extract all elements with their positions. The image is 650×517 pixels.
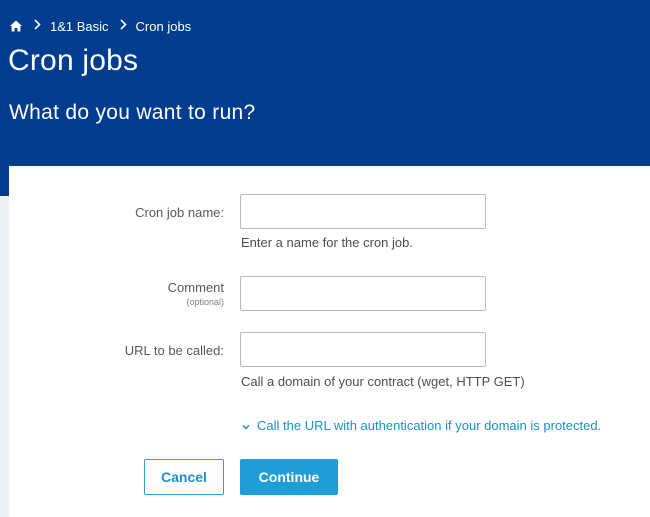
url-label: URL to be called: (124, 343, 224, 358)
page-header: 1&1 Basic Cron jobs Cron jobs What do yo… (0, 0, 650, 166)
authentication-link-text: Call the URL with authentication if your… (257, 417, 602, 433)
authentication-toggle-link[interactable]: Call the URL with authentication if your… (241, 417, 601, 433)
left-strip (0, 166, 9, 196)
comment-label: Comment (167, 280, 224, 295)
breadcrumb-item-basic[interactable]: 1&1 Basic (50, 19, 109, 34)
home-icon[interactable] (9, 19, 23, 33)
url-hint: Call a domain of your contract (wget, HT… (241, 374, 525, 389)
chevron-down-icon (241, 420, 251, 430)
url-input[interactable] (240, 332, 486, 367)
cron-job-name-input[interactable] (240, 194, 486, 229)
comment-optional-label: (optional) (186, 297, 224, 307)
chevron-right-icon (34, 19, 41, 33)
continue-button[interactable]: Continue (240, 459, 338, 495)
chevron-right-icon (119, 19, 127, 33)
breadcrumb: 1&1 Basic Cron jobs (9, 17, 191, 35)
cron-job-name-label: Cron job name: (135, 205, 224, 220)
cron-job-name-hint: Enter a name for the cron job. (241, 235, 413, 250)
page-subtitle: What do you want to run? (9, 101, 256, 124)
page-title: Cron jobs (8, 44, 139, 77)
cancel-button[interactable]: Cancel (144, 459, 224, 495)
comment-input[interactable] (240, 276, 486, 311)
breadcrumb-item-cron-jobs[interactable]: Cron jobs (136, 19, 192, 34)
